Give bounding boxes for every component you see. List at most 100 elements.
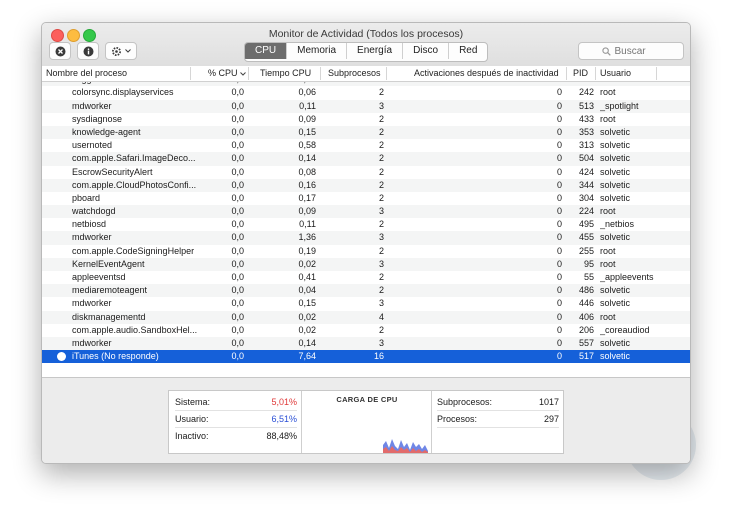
cell-wakeups: 0 — [556, 166, 562, 177]
tab-memoria[interactable]: Memoria — [287, 43, 348, 59]
cell-name: pboard — [72, 192, 101, 203]
cell-time: 0,11 — [299, 100, 316, 111]
cell-name: mdworker — [72, 337, 112, 348]
stat-procesos-label: Procesos: — [437, 414, 478, 424]
cell-name: usernoted — [72, 140, 113, 151]
cell-name: colorsync.displayservices — [72, 87, 174, 98]
cell-threads: 2 — [378, 324, 384, 335]
sort-descending-icon — [240, 72, 246, 76]
process-rows: Wi-Fi Proxy0,00,1820402solveticsuggestd0… — [42, 66, 690, 364]
column-header-threads[interactable]: Subprocesos — [328, 66, 381, 81]
stat-subprocesos-label: Subprocesos: — [437, 397, 493, 407]
table-row-selected[interactable]: iTunes (No responde) 0,0 7,64 16 0 517 solveti… — [42, 350, 690, 364]
divider — [437, 427, 559, 428]
cell-threads: 2 — [378, 140, 384, 151]
cell-pid: 95 — [583, 258, 594, 269]
cell-cpu: 0,0 — [231, 298, 244, 309]
cell-pid: 344 — [578, 179, 594, 190]
table-row[interactable]: com.apple.audio.SandboxHel... 0,0 0,02 2 0 20… — [42, 324, 690, 337]
cell-pid: 517 — [578, 351, 594, 362]
cell-user: root — [600, 87, 616, 98]
cell-time: 0,09 — [298, 113, 316, 124]
table-row[interactable]: mdworker 0,0 0,11 3 0 513 _spotlight — [42, 99, 690, 113]
cell-pid: 504 — [578, 153, 594, 164]
cell-time: 0,19 — [298, 245, 316, 256]
divider — [175, 427, 297, 428]
stat-inactivo: Inactivo: 88,48% — [175, 429, 297, 443]
search-input[interactable] — [614, 45, 661, 57]
table-row[interactable]: mdworker 0,0 0,15 3 0 446 solvetic — [42, 297, 690, 310]
table-row[interactable]: mdworker 0,0 1,36 3 0 455 solvetic — [42, 231, 690, 245]
column-header-cpu[interactable]: % CPU — [208, 66, 246, 81]
panel-divider — [301, 391, 302, 453]
cell-cpu: 0,0 — [231, 337, 244, 348]
cell-threads: 2 — [378, 166, 384, 177]
stat-procesos-value: 297 — [543, 414, 559, 424]
cell-pid: 304 — [578, 192, 594, 203]
table-row[interactable]: colorsync.displayservices 0,0 0,06 2 0 242 roo… — [42, 86, 690, 99]
cell-time: 0,06 — [298, 87, 316, 98]
table-row[interactable]: usernoted 0,0 0,58 2 0 313 solvetic — [42, 139, 690, 152]
cell-wakeups: 0 — [556, 285, 562, 296]
cell-pid: 446 — [578, 298, 594, 309]
column-separator — [190, 67, 191, 80]
table-row[interactable]: watchdogd 0,0 0,09 3 0 224 root — [42, 205, 690, 219]
cell-threads: 16 — [373, 351, 384, 362]
table-row[interactable]: mdworker 0,0 0,14 3 0 557 solvetic — [42, 336, 690, 351]
table-row[interactable]: knowledge-agent 0,0 0,15 2 0 353 solvetic — [42, 125, 690, 140]
column-separator — [248, 67, 249, 80]
tab-red[interactable]: Red — [449, 43, 487, 59]
cell-pid: 495 — [578, 219, 594, 230]
window-title: Monitor de Actividad (Todos los procesos… — [268, 28, 464, 40]
stat-procesos: Procesos: 297 — [437, 412, 559, 426]
cell-cpu: 0,0 — [231, 87, 244, 98]
cell-time: 0,15 — [298, 126, 316, 137]
cpu-load-graph — [383, 439, 428, 453]
cell-cpu: 0,0 — [231, 232, 244, 243]
cell-user: solvetic — [600, 351, 631, 362]
cell-user: _coreaudiod — [600, 324, 650, 335]
table-row[interactable]: mediaremoteagent 0,0 0,04 2 0 486 solvetic — [42, 284, 690, 298]
table-row[interactable]: EscrowSecurityAlert 0,0 0,08 2 0 424 solvetic — [42, 166, 690, 179]
cell-pid: 486 — [578, 285, 594, 296]
table-row[interactable]: pboard 0,0 0,17 2 0 304 solvetic — [42, 192, 690, 205]
column-separator — [386, 67, 387, 80]
table-row[interactable]: sysdiagnose 0,0 0,09 2 0 433 root — [42, 113, 690, 126]
cell-user: solvetic — [600, 126, 631, 137]
stat-usuario-value: 6,51% — [271, 414, 297, 424]
table-row[interactable]: appleeventsd 0,0 0,41 2 0 55 _appleevents — [42, 271, 690, 284]
table-row[interactable]: com.apple.Safari.ImageDeco... 0,0 0,14 2 0 50… — [42, 152, 690, 166]
inspect-process-button[interactable] — [77, 42, 99, 60]
cell-time: 0,08 — [298, 166, 316, 177]
cell-wakeups: 0 — [556, 232, 562, 243]
cell-name: com.apple.CodeSigningHelper — [72, 245, 195, 256]
quit-process-button[interactable] — [49, 42, 71, 60]
stat-inactivo-value: 88,48% — [266, 431, 297, 441]
table-row[interactable]: netbiosd 0,0 0,11 2 0 495 _netbios — [42, 218, 690, 231]
tab-disco[interactable]: Disco — [403, 43, 450, 59]
cell-threads: 3 — [378, 258, 384, 269]
cell-wakeups: 0 — [556, 113, 562, 124]
tab-energia[interactable]: Energía — [347, 43, 404, 59]
table-row[interactable]: com.apple.CloudPhotosConfi... 0,0 0,16 2 0 34… — [42, 178, 690, 192]
table-row[interactable]: KernelEventAgent 0,0 0,02 3 0 95 root — [42, 257, 690, 271]
info-icon — [83, 46, 93, 56]
cell-cpu: 0,0 — [231, 219, 244, 230]
table-row[interactable]: com.apple.CodeSigningHelper 0,0 0,19 2 0 255 r… — [42, 245, 690, 258]
cell-time: 0,14 — [298, 337, 316, 348]
cell-name: diskmanagementd — [72, 311, 146, 322]
cell-cpu: 0,0 — [231, 311, 244, 322]
column-header-time[interactable]: Tiempo CPU — [260, 66, 311, 81]
search-field[interactable] — [578, 42, 684, 60]
column-header-wakeups[interactable]: Activaciones después de inactividad — [414, 66, 559, 81]
cell-user: _netbios — [600, 219, 635, 230]
stop-icon — [55, 46, 65, 56]
cell-pid: 433 — [578, 113, 594, 124]
table-row[interactable]: diskmanagementd 0,0 0,02 4 0 406 root — [42, 310, 690, 324]
cell-threads: 2 — [378, 153, 384, 164]
column-header-pid[interactable]: PID — [573, 66, 588, 81]
column-header-user[interactable]: Usuario — [600, 66, 631, 81]
tab-cpu[interactable]: CPU — [245, 43, 288, 59]
column-header-name[interactable]: Nombre del proceso — [46, 66, 127, 81]
gear-menu-button[interactable] — [105, 42, 137, 60]
